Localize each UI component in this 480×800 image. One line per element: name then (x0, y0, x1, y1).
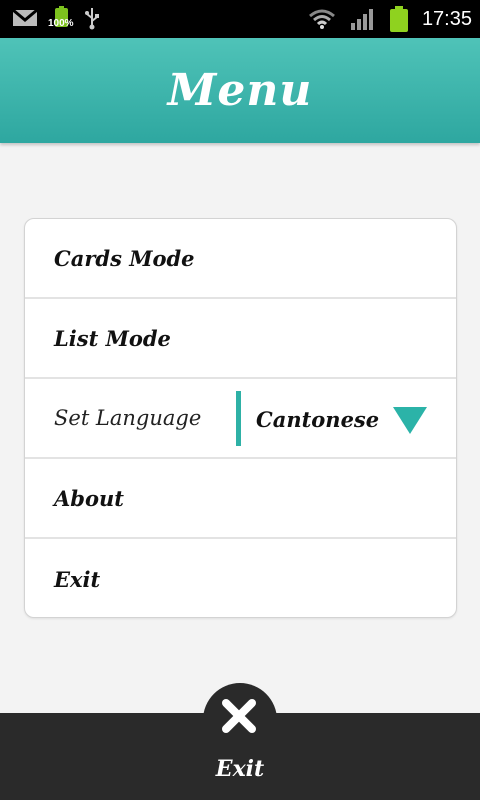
menu-item-label: List Mode (54, 325, 171, 351)
chevron-down-icon[interactable] (393, 407, 427, 434)
wifi-icon (308, 9, 335, 29)
signal-icon (350, 9, 373, 30)
close-icon[interactable] (219, 696, 259, 736)
menu-item-cards-mode[interactable]: Cards Mode (25, 219, 456, 299)
page-title: Menu (167, 65, 313, 116)
gmail-icon (12, 8, 38, 26)
menu-item-label: Exit (54, 566, 101, 592)
app-header: Menu (0, 38, 480, 143)
status-left-icons: 100% (12, 6, 100, 30)
menu-list: Cards Mode List Mode Set Language Canton… (24, 218, 457, 618)
battery-icon: 100% (48, 6, 74, 30)
battery-percent: 100% (48, 18, 74, 29)
menu-item-list-mode[interactable]: List Mode (25, 299, 456, 379)
status-time: 17:35 (421, 7, 472, 30)
status-right-icons: 17:35 (308, 0, 472, 38)
menu-item-exit[interactable]: Exit (25, 539, 456, 617)
usb-icon (85, 8, 99, 30)
menu-item-label: Cards Mode (54, 245, 195, 271)
menu-item-label: About (54, 485, 124, 511)
battery-icon (389, 6, 408, 32)
language-select-value[interactable]: Cantonese (256, 379, 379, 459)
status-bar: 100% 17:35 (0, 0, 480, 38)
menu-item-about[interactable]: About (25, 459, 456, 539)
menu-item-set-language: Set Language Cantonese (25, 379, 456, 459)
menu-item-label: Set Language (54, 406, 202, 430)
divider (236, 391, 241, 446)
exit-button-label[interactable]: Exit (200, 756, 280, 782)
